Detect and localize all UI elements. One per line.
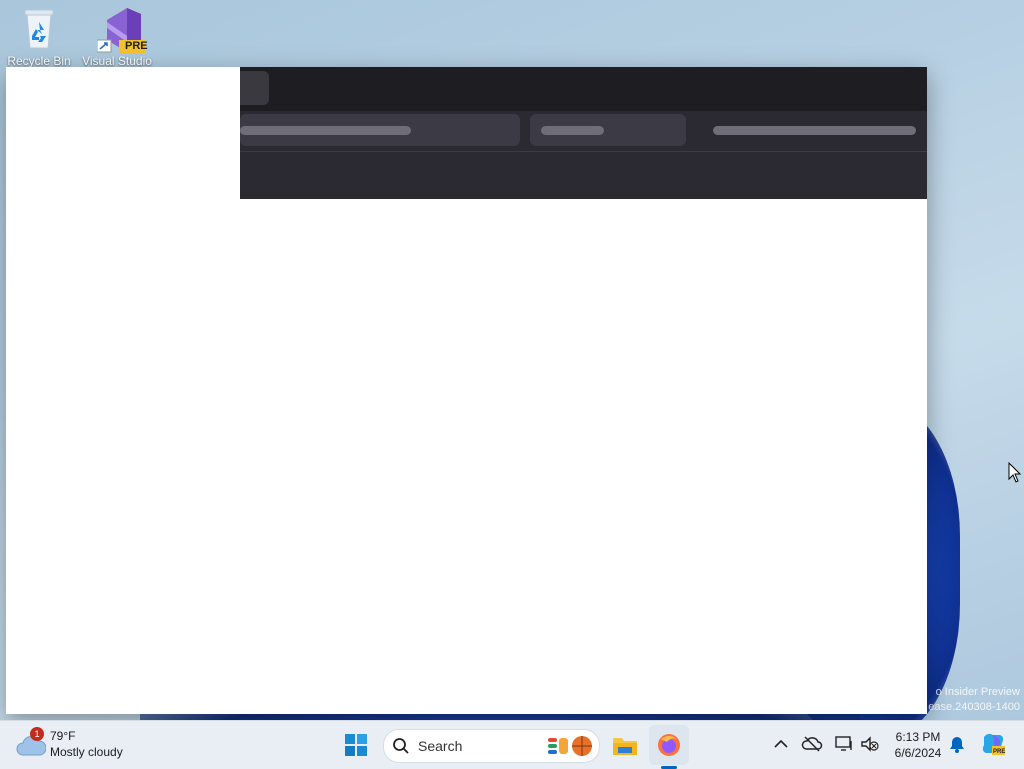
weather-condition: Mostly cloudy — [50, 745, 123, 759]
skeleton-bar — [240, 126, 411, 135]
network-icon[interactable] — [833, 733, 855, 755]
onedrive-offline-icon[interactable] — [801, 733, 823, 755]
recycle-bin-icon — [19, 6, 59, 50]
insider-watermark-line1: o Insider Preview — [935, 686, 1020, 698]
visual-studio-icon: PRE — [96, 6, 148, 54]
taskbar: 1 79°F Mostly cloudy Search 6:13 PM 6/6/… — [0, 720, 1024, 769]
weather-widget[interactable]: 1 79°F Mostly cloudy — [16, 727, 156, 763]
windows-logo-icon — [345, 734, 367, 756]
skeleton-bar — [541, 126, 604, 135]
desktop-icon-visual-studio[interactable]: PRE Visual Studio — [79, 6, 155, 68]
taskbar-search[interactable]: Search — [383, 729, 600, 763]
browser-tab[interactable] — [240, 71, 269, 105]
taskbar-clock[interactable]: 6:13 PM 6/6/2024 — [888, 729, 948, 761]
svg-text:PRE: PRE — [993, 749, 1005, 755]
clock-time: 6:13 PM — [895, 730, 941, 744]
toolbar-button-placeholder[interactable] — [530, 114, 686, 146]
taskbar-file-explorer[interactable] — [605, 725, 645, 765]
notification-bell-icon[interactable] — [946, 733, 968, 755]
weather-alert-badge: 1 — [30, 727, 44, 741]
search-highlight-icon — [548, 736, 592, 756]
page-header-placeholder — [240, 152, 927, 199]
folder-icon — [613, 738, 637, 755]
desktop-icon-label: Recycle Bin — [7, 54, 71, 68]
volume-muted-icon[interactable] — [858, 733, 880, 755]
url-bar-placeholder[interactable] — [240, 114, 520, 146]
browser-toolbar — [240, 111, 927, 151]
taskbar-firefox[interactable] — [649, 725, 689, 765]
firefox-icon — [658, 734, 680, 756]
search-icon — [393, 738, 409, 754]
preview-badge: PRE — [125, 40, 148, 52]
copilot-icon[interactable]: PRE — [980, 731, 1006, 757]
mouse-cursor-icon — [1008, 462, 1022, 483]
search-label: Search — [418, 738, 463, 754]
browser-titlebar[interactable] — [240, 67, 927, 111]
chevron-up-icon[interactable] — [770, 733, 792, 755]
desktop-icon-label: Visual Studio — [82, 54, 152, 68]
insider-watermark-line2: ease.240308-1400 — [928, 701, 1020, 713]
skeleton-bar — [713, 126, 916, 135]
window-blank-region — [6, 67, 240, 199]
desktop-icon-recycle-bin[interactable]: Recycle Bin — [1, 6, 77, 68]
clock-date: 6/6/2024 — [894, 746, 942, 760]
start-button[interactable] — [336, 725, 376, 765]
browser-window[interactable] — [6, 67, 927, 714]
weather-temperature: 79°F — [50, 729, 76, 743]
